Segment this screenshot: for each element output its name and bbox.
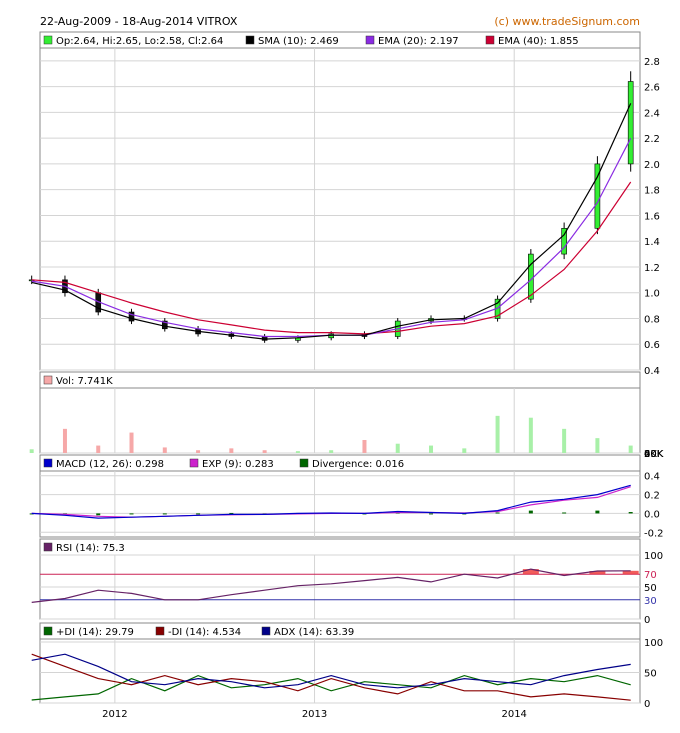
legend-macd: MACD (12, 26): 0.298 (56, 459, 164, 470)
divergence-bar (162, 513, 167, 515)
volume-bar (62, 428, 67, 453)
legend-volume: Vol: 7.741K (56, 376, 113, 387)
macd-panel-ytick: 0.2 (644, 491, 660, 502)
x-axis-label: 2012 (102, 709, 127, 720)
legend-adx: ADX (14): 63.39 (274, 627, 354, 638)
volume-bar (96, 445, 101, 453)
price-panel-ytick: 2.6 (644, 83, 660, 94)
rsi-panel-ytick: 50 (644, 583, 657, 594)
volume-bar (29, 449, 34, 453)
price-panel-ytick: 2.0 (644, 160, 660, 171)
divergence-bar (528, 510, 533, 514)
rsi-level-30-label: 30 (644, 596, 657, 607)
stock-chart: 22-Aug-2009 - 18-Aug-2014 VITROX (c) www… (0, 0, 680, 733)
legend-divergence-swatch (299, 458, 309, 468)
price-panel-ytick: 2.8 (644, 57, 660, 68)
price-panel-frame (39, 47, 641, 371)
candle-body (528, 253, 534, 300)
legend-exp: EXP (9): 0.283 (202, 459, 274, 470)
volume-bar (429, 445, 434, 453)
divergence-bar (96, 513, 101, 516)
volume-bar (595, 438, 600, 453)
volume-bar (395, 443, 400, 453)
macd-panel-ytick: 0.4 (644, 472, 660, 483)
price-panel-ytick: 2.4 (644, 108, 660, 119)
price-panel-ytick: 1.6 (644, 211, 660, 222)
dmi-panel-ytick: 50 (644, 669, 657, 680)
volume-bar (495, 415, 500, 453)
legend-sma-swatch (245, 35, 255, 45)
volume-bar (329, 450, 334, 453)
volume-bar (196, 450, 201, 453)
legend-rsi: RSI (14): 75.3 (56, 543, 125, 554)
volume-bar (628, 445, 633, 453)
legend-divergence: Divergence: 0.016 (312, 459, 404, 470)
legend-sma: SMA (10): 2.469 (258, 36, 339, 47)
legend-mdi-swatch (155, 626, 165, 636)
macd-panel-frame (39, 470, 641, 538)
divergence-bar (129, 513, 134, 515)
price-panel-ytick: 0.4 (644, 366, 660, 377)
legend-ohlc-swatch (43, 35, 53, 45)
candle-body (627, 81, 634, 165)
legend-volume-swatch (43, 375, 53, 385)
legend-mdi: -DI (14): 4.534 (168, 627, 241, 638)
volume-panel-ytick: 60K (644, 449, 664, 460)
price-panel-ytick: 0.6 (644, 340, 660, 351)
volume-bar (295, 451, 300, 453)
volume-bar (229, 448, 234, 453)
volume-bar (462, 448, 467, 453)
legend-macd-swatch (43, 458, 53, 468)
price-panel-ytick: 1.8 (644, 186, 660, 197)
legend-ema40: EMA (40): 1.855 (498, 36, 579, 47)
legend-rsi-swatch (43, 542, 53, 552)
rsi-panel-ytick: 0 (644, 615, 650, 626)
credit-link[interactable]: (c) www.tradeSignum.com (494, 15, 640, 28)
price-panel-ytick: 1.0 (644, 289, 660, 300)
chart-title: 22-Aug-2009 - 18-Aug-2014 VITROX (40, 15, 238, 28)
x-axis-label: 2014 (501, 709, 526, 720)
volume-bar (129, 432, 134, 453)
volume-bar (562, 428, 567, 453)
rsi-legend-bar (39, 538, 641, 556)
dmi-panel-frame (39, 638, 641, 704)
price-panel-ytick: 1.2 (644, 263, 660, 274)
price-panel-ytick: 2.2 (644, 134, 660, 145)
divergence-bar (595, 510, 600, 514)
legend-exp-swatch (189, 458, 199, 468)
x-axis-label: 2013 (302, 709, 327, 720)
legend-ema40-swatch (485, 35, 495, 45)
legend-pdi: +DI (14): 29.79 (56, 627, 134, 638)
volume-legend-bar (39, 371, 641, 389)
rsi-level-70-label: 70 (644, 570, 657, 581)
macd-panel-ytick: 0.0 (644, 509, 660, 520)
rsi-panel-ytick: 100 (644, 551, 663, 562)
macd-panel-ytick: -0.2 (644, 528, 664, 539)
dmi-panel-ytick: 100 (644, 638, 663, 649)
legend-pdi-swatch (43, 626, 53, 636)
divergence-bar (628, 512, 633, 514)
panels: Op:2.64, Hi:2.65, Lo:2.58, Cl:2.64 SMA (1… (28, 31, 664, 720)
dmi-panel-ytick: 0 (644, 699, 650, 710)
legend-ema20: EMA (20): 2.197 (378, 36, 459, 47)
legend-adx-swatch (261, 626, 271, 636)
volume-bar (262, 450, 267, 453)
divergence-bar (562, 512, 567, 514)
legend-ohlc: Op:2.64, Hi:2.65, Lo:2.58, Cl:2.64 (56, 36, 223, 47)
volume-bar (528, 417, 533, 453)
price-panel-ytick: 0.8 (644, 314, 660, 325)
divergence-bar (429, 513, 434, 515)
legend-ema20-swatch (365, 35, 375, 45)
divergence-bar (196, 513, 201, 515)
divergence-bar (495, 512, 500, 514)
volume-bar (362, 440, 367, 453)
price-panel-ytick: 1.4 (644, 237, 660, 248)
volume-bar (162, 447, 167, 453)
